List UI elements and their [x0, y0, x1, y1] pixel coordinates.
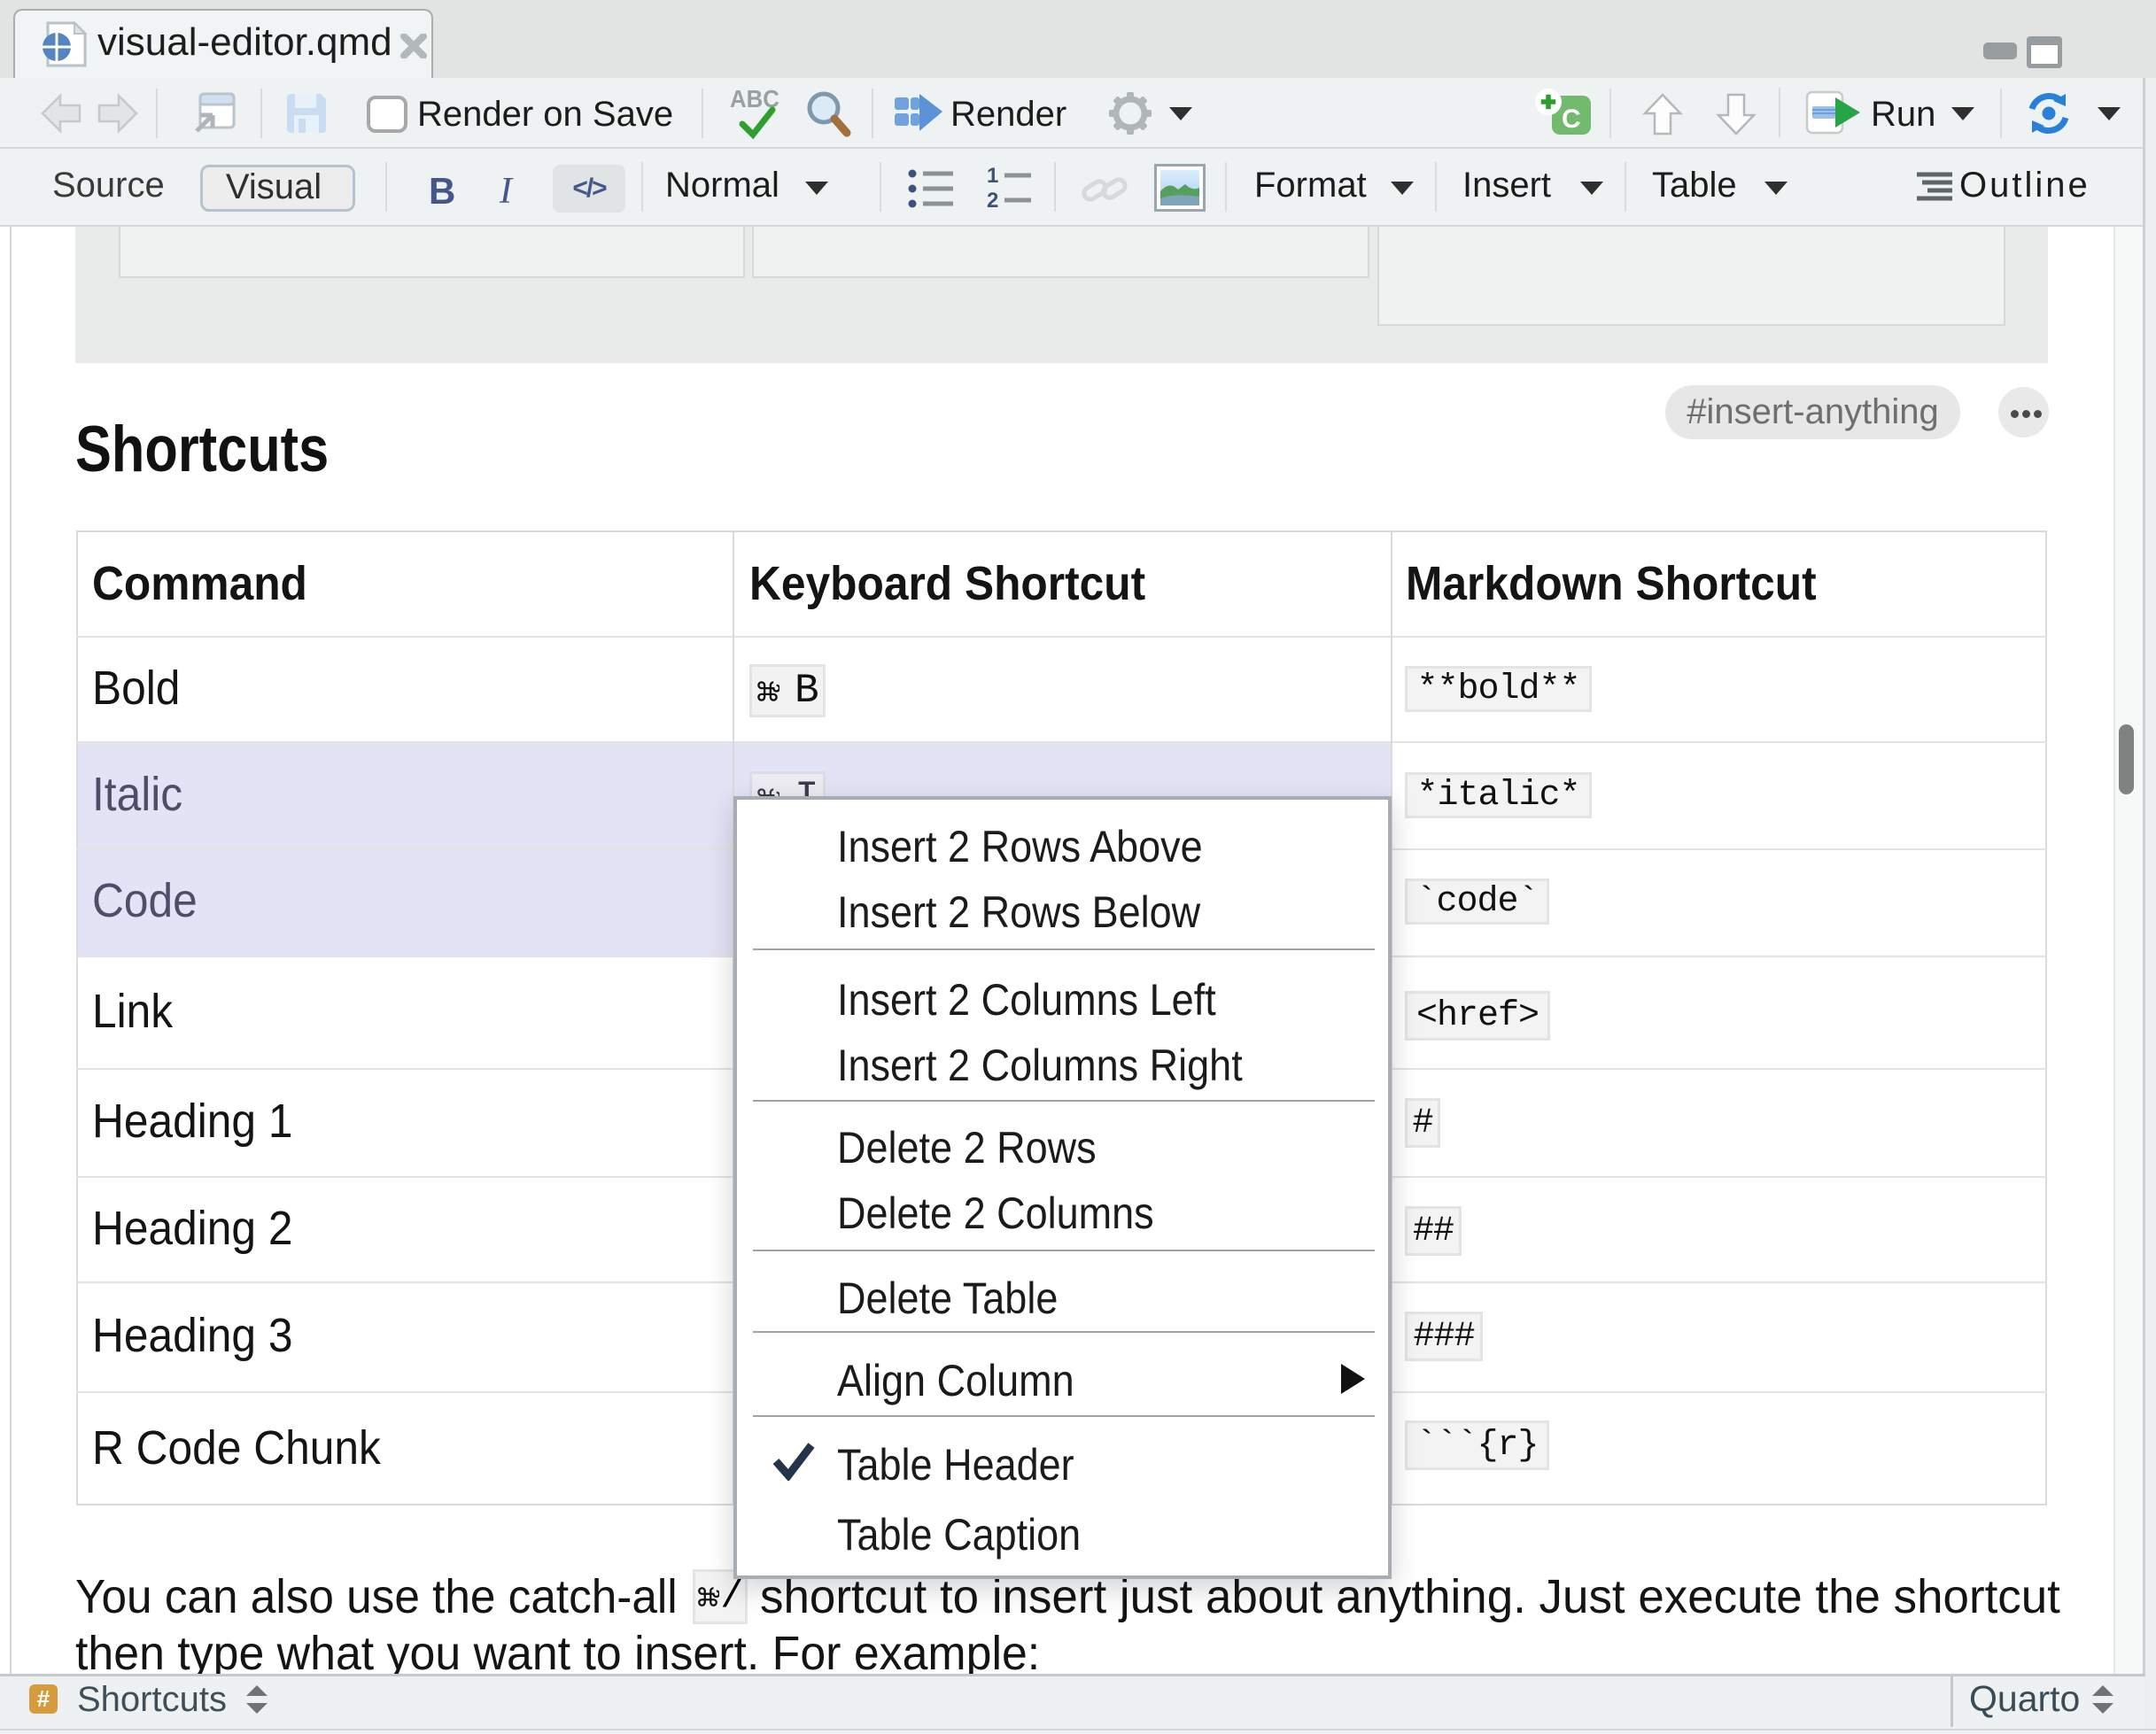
svg-text:1: 1 [987, 165, 998, 188]
svg-text:2: 2 [987, 189, 998, 213]
